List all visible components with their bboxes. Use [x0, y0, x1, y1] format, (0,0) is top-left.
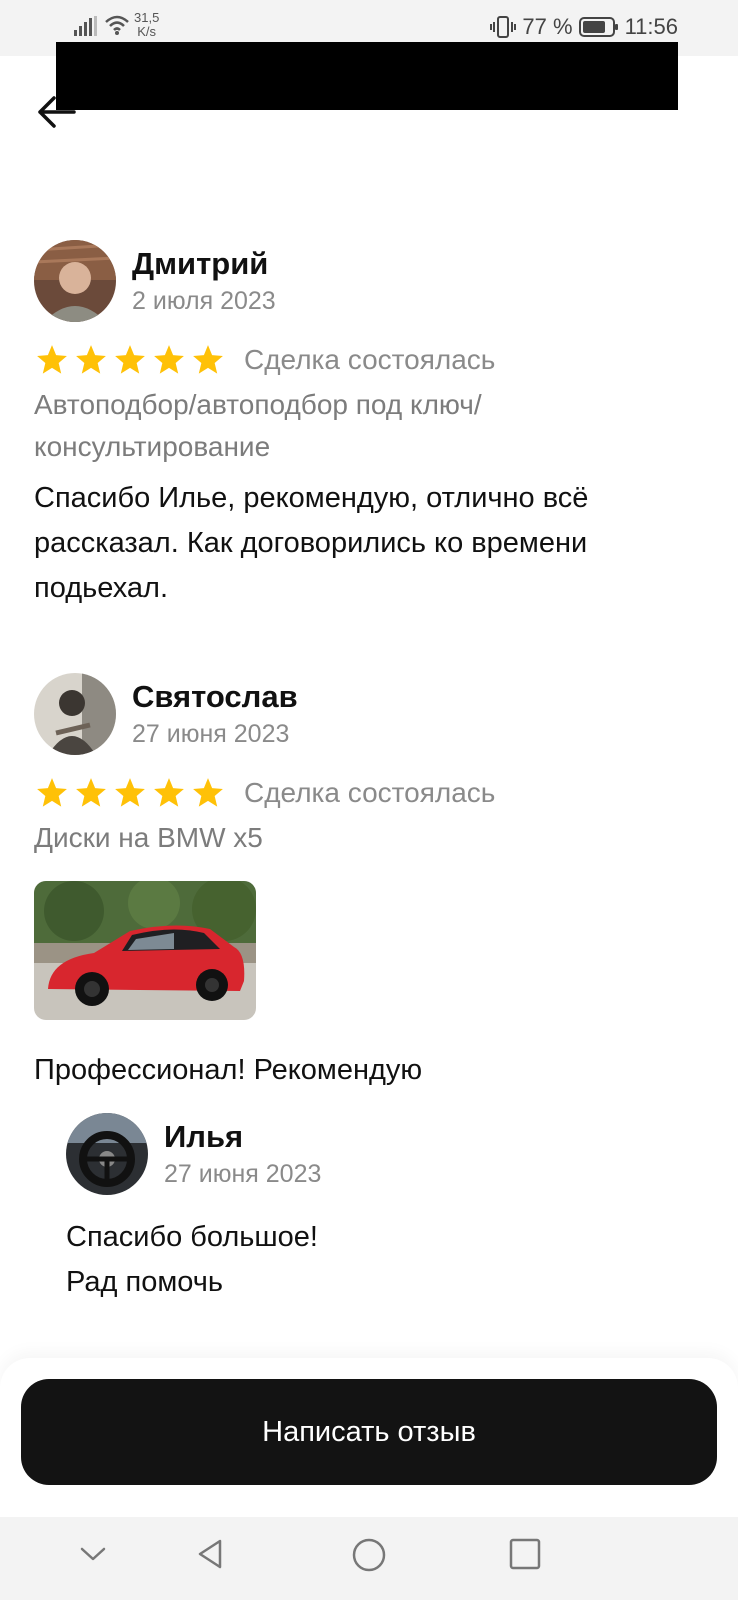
- reply-text: Спасибо большое! Рад помочь: [66, 1221, 318, 1298]
- chevron-down-icon[interactable]: [76, 1537, 110, 1571]
- back-arrow-icon[interactable]: [34, 90, 78, 134]
- star-icon: [193, 778, 223, 807]
- review-text: Профессионал! Рекомендую: [34, 1054, 423, 1086]
- deal-status: Сделка состоялась: [244, 777, 496, 808]
- reviewer-name[interactable]: Святослав: [132, 678, 298, 716]
- write-review-button[interactable]: Написать отзыв: [21, 1379, 717, 1485]
- review-card: Святослав 27 июня 2023 Сделка состоялась…: [34, 673, 714, 1093]
- star-icon: [37, 345, 67, 374]
- system-nav-bar: [0, 1517, 738, 1600]
- reviewer-name[interactable]: Дмитрий: [132, 245, 276, 283]
- reply-date: 27 июня 2023: [164, 1160, 322, 1188]
- nav-home-icon[interactable]: [351, 1537, 387, 1573]
- battery-icon: [578, 17, 618, 37]
- service-name: Автоподбор/автоподбор под ключ/ консульт…: [34, 389, 482, 462]
- star-icon: [76, 778, 106, 807]
- signal-icon: [74, 16, 97, 36]
- star-icon: [76, 345, 106, 374]
- battery-percent: 77 %: [522, 14, 573, 39]
- avatar[interactable]: [34, 673, 116, 755]
- review-date: 2 июля 2023: [132, 287, 276, 315]
- star-icon: [193, 345, 223, 374]
- redacted-title: [56, 42, 678, 110]
- deal-status: Сделка состоялась: [244, 344, 496, 375]
- avatar[interactable]: [66, 1113, 148, 1195]
- nav-recents-icon[interactable]: [508, 1537, 542, 1571]
- rating-stars: [34, 776, 226, 810]
- seller-reply: Илья 27 июня 2023 Спасибо большое! Рад п…: [66, 1113, 706, 1305]
- review-date: 27 июня 2023: [132, 720, 290, 748]
- star-icon: [154, 778, 184, 807]
- star-icon: [115, 345, 145, 374]
- star-icon: [37, 778, 67, 807]
- service-name: Диски на BMW x5: [34, 822, 263, 853]
- rating-stars: [34, 343, 226, 377]
- nav-back-icon[interactable]: [193, 1537, 227, 1571]
- star-icon: [154, 345, 184, 374]
- reply-author-name[interactable]: Илья: [164, 1118, 321, 1156]
- review-card: Дмитрий 2 июля 2023 Сделка состоялась Ав…: [34, 240, 714, 611]
- wifi-icon: [105, 15, 129, 35]
- review-text: Спасибо Илье, рекомендую, отлично всё ра…: [34, 482, 589, 604]
- vibrate-icon: [490, 16, 517, 38]
- clock: 11:56: [624, 14, 678, 39]
- review-photo[interactable]: [34, 881, 256, 1020]
- star-icon: [115, 778, 145, 807]
- network-speed: 31,5 K/s: [134, 10, 160, 39]
- avatar[interactable]: [34, 240, 116, 322]
